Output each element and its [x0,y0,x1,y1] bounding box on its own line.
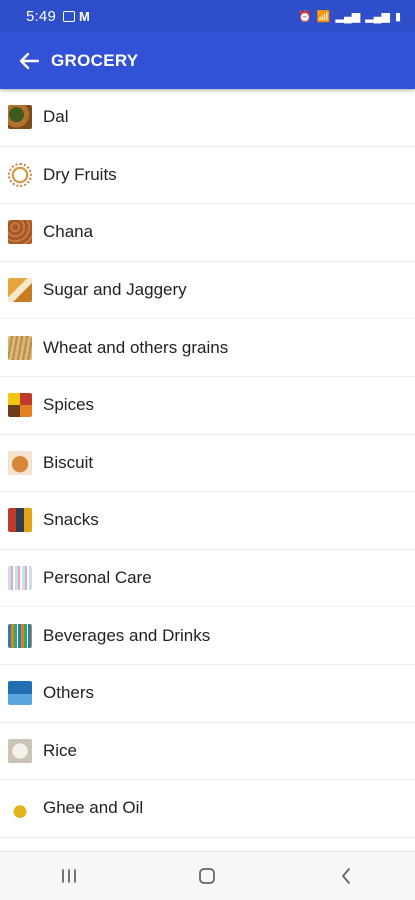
list-item-snacks[interactable]: Snacks [0,492,415,550]
spices-thumbnail [8,393,32,418]
list-item-others[interactable]: Others [0,665,415,723]
list-item-rice[interactable]: Rice [0,723,415,781]
list-item-personal-care[interactable]: Personal Care [0,550,415,608]
wifi-icon: 📶 [316,10,331,23]
list-item-ghee-oil[interactable]: Ghee and Oil [0,780,415,838]
list-item-dry-fruits[interactable]: Dry Fruits [0,147,415,205]
list-item-sugar-jaggery[interactable]: Sugar and Jaggery [0,262,415,320]
list-item-biscuit[interactable]: Biscuit [0,435,415,493]
status-bar: 5:49 M ⏰ 📶 ▂▄▆ ▂▄▆ ▮ [0,0,415,32]
home-button[interactable] [177,856,237,896]
battery-icon: ▮ [394,10,401,23]
image-icon [63,10,75,22]
wheat-grains-thumbnail [8,335,32,360]
status-time: 5:49 [26,7,56,25]
chana-thumbnail [8,220,32,245]
others-thumbnail [8,681,32,706]
list-item-spices[interactable]: Spices [0,377,415,435]
list-item-chana[interactable]: Chana [0,204,415,262]
personal-care-thumbnail [8,566,32,591]
dry-fruits-thumbnail [8,162,32,187]
category-list: Dal Dry Fruits Chana Sugar and Jaggery W… [0,89,415,851]
gmail-icon: M [79,8,90,24]
system-back-button[interactable] [316,856,376,896]
back-icon [341,868,350,884]
list-item-wheat-grains[interactable]: Wheat and others grains [0,319,415,377]
snacks-thumbnail [8,508,32,533]
list-item-dal[interactable]: Dal [0,89,415,147]
app-bar: GROCERY [0,32,415,89]
recent-apps-icon [62,869,77,883]
signal-icon: ▂▄▆ [335,10,361,23]
system-nav-bar [0,851,415,900]
beverages-thumbnail [8,623,32,648]
page-title: GROCERY [51,50,139,70]
biscuit-thumbnail [8,450,32,475]
list-item-beverages[interactable]: Beverages and Drinks [0,607,415,665]
rice-thumbnail [8,738,32,763]
back-button[interactable] [16,48,42,74]
home-icon [199,868,216,884]
recent-apps-button[interactable] [39,856,99,896]
sugar-jaggery-thumbnail [8,278,32,303]
alarm-icon: ⏰ [298,10,312,23]
ghee-oil-thumbnail [8,796,32,821]
dal-thumbnail [8,105,32,130]
signal-icon: ▂▄▆ [365,10,390,23]
arrow-left-icon [19,52,39,69]
